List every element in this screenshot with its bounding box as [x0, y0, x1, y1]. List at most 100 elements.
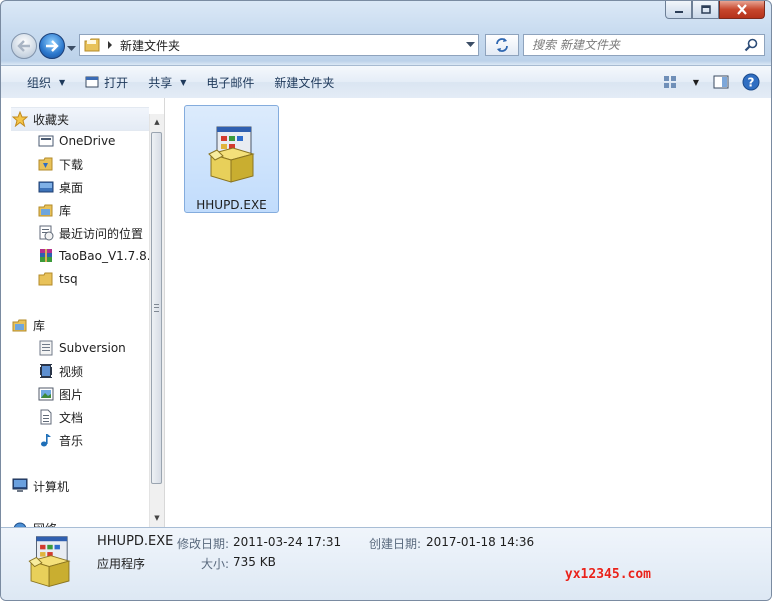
email-label: 电子邮件: [206, 75, 255, 90]
sidebar-item-recent-places[interactable]: 最近访问的位置: [37, 222, 143, 244]
sidebar-item-label: 库: [33, 318, 46, 333]
folder-icon: [37, 270, 55, 288]
sidebar-item-label: 库: [59, 203, 72, 218]
minimize-button[interactable]: [665, 1, 692, 19]
forward-arrow-icon: [46, 40, 59, 52]
sidebar-item-libraries[interactable]: 库: [11, 314, 45, 336]
video-library-icon: [37, 362, 55, 380]
music-library-icon: [37, 431, 55, 449]
library-icon: [37, 201, 55, 219]
chevron-down-icon: ▼: [180, 77, 187, 87]
sidebar-item-label: 下载: [59, 157, 84, 172]
address-row: 新建文件夹: [9, 31, 765, 61]
sidebar-item-desktop[interactable]: 桌面: [37, 176, 83, 198]
view-dropdown-button[interactable]: ▼: [689, 70, 703, 94]
caption-buttons: [665, 1, 765, 19]
winrar-archive-icon: [37, 247, 55, 265]
sidebar-item-downloads[interactable]: 下载: [37, 153, 83, 175]
search-input[interactable]: [530, 37, 744, 53]
help-button[interactable]: ?: [739, 70, 763, 94]
new-folder-button[interactable]: 新建文件夹: [264, 70, 344, 94]
sidebar-item-label: 桌面: [59, 180, 84, 195]
preview-pane-button[interactable]: [709, 70, 733, 94]
close-button[interactable]: [719, 1, 765, 19]
open-button[interactable]: 打开: [75, 70, 138, 94]
sidebar-item-onedrive[interactable]: OneDrive: [37, 130, 115, 152]
command-bar: 组织 ▼ 打开 共享 ▼ 电子邮件 新建文件夹 ▼ ?: [1, 65, 771, 99]
library-icon: [11, 316, 29, 334]
file-name: HHUPD.EXE: [196, 198, 267, 212]
sidebar-item-pictures[interactable]: 图片: [37, 383, 83, 405]
email-button[interactable]: 电子邮件: [196, 70, 264, 94]
navigation-pane: 收藏夹 OneDrive 下载 桌面 库 最近访问的位置 TaoBao_V1.7…: [9, 98, 149, 528]
details-size-value: 735 KB: [233, 555, 276, 569]
recent-places-icon: [37, 224, 55, 242]
sidebar-item-label: 文档: [59, 410, 84, 425]
file-item[interactable]: HHUPD.EXE: [184, 105, 279, 213]
installer-exe-icon: [207, 124, 257, 189]
scroll-down-button[interactable]: ▼: [150, 510, 164, 526]
sidebar-item-music[interactable]: 音乐: [37, 429, 83, 451]
file-list[interactable]: HHUPD.EXE: [164, 98, 771, 528]
sidebar-item-label: tsq: [59, 272, 78, 286]
navigation-scrollbar[interactable]: ▲ ▼: [149, 114, 164, 528]
sidebar-item-label: 计算机: [33, 479, 70, 494]
sidebar-item-label: 收藏夹: [33, 112, 70, 127]
sidebar-item-tsq[interactable]: tsq: [37, 268, 78, 290]
svg-text:?: ?: [748, 76, 755, 90]
chevron-down-icon: [67, 46, 76, 51]
scroll-thumb[interactable]: [151, 132, 162, 484]
onedrive-icon: [37, 132, 55, 150]
watermark-text: yx12345.com: [564, 567, 651, 582]
help-icon: ?: [742, 73, 760, 91]
address-bar[interactable]: 新建文件夹: [79, 34, 479, 56]
new-folder-label: 新建文件夹: [274, 75, 335, 90]
open-window-icon: [85, 76, 99, 88]
sidebar-item-label: OneDrive: [59, 134, 116, 148]
refresh-button[interactable]: [485, 34, 519, 56]
recent-pages-dropdown[interactable]: [67, 41, 76, 55]
chevron-down-icon: [465, 42, 475, 47]
address-history-dropdown[interactable]: [462, 35, 478, 55]
view-options-icon: [664, 76, 676, 88]
sidebar-item-computer[interactable]: 计算机: [11, 475, 69, 497]
sidebar-item-library[interactable]: 库: [37, 199, 71, 221]
forward-button[interactable]: [39, 33, 65, 59]
details-created-value: 2017-01-18 14:36: [426, 535, 535, 549]
sidebar-item-label: 音乐: [59, 433, 84, 448]
organize-menu[interactable]: 组织 ▼: [17, 70, 75, 94]
sidebar-item-documents[interactable]: 文档: [37, 406, 83, 428]
sidebar-item-label: 图片: [59, 387, 84, 402]
scroll-up-button[interactable]: ▲: [150, 114, 164, 130]
preview-pane-icon: [713, 75, 729, 89]
back-button[interactable]: [11, 33, 37, 59]
search-icon[interactable]: [744, 38, 758, 52]
details-file-type: 应用程序: [97, 557, 146, 571]
sidebar-item-favorites[interactable]: 收藏夹: [11, 107, 149, 131]
folder-icon: [84, 38, 100, 52]
main-body: 收藏夹 OneDrive 下载 桌面 库 最近访问的位置 TaoBao_V1.7…: [1, 98, 771, 528]
sidebar-item-label: 视频: [59, 364, 84, 379]
chevron-down-icon: ▼: [59, 77, 66, 87]
details-pane: HHUPD.EXE 应用程序 修改日期: 2011-03-24 17:31 大小…: [1, 527, 771, 600]
organize-label: 组织: [27, 75, 52, 90]
sidebar-item-label: 最近访问的位置: [59, 226, 144, 241]
share-menu[interactable]: 共享 ▼: [138, 70, 196, 94]
sidebar-item-videos[interactable]: 视频: [37, 360, 83, 382]
breadcrumb-arrow-icon[interactable]: [106, 41, 114, 49]
sidebar-item-label: TaoBao_V1.7.8.: [59, 249, 149, 263]
sidebar-item-taobao-archive[interactable]: TaoBao_V1.7.8.: [37, 245, 149, 267]
downloads-folder-icon: [37, 155, 55, 173]
installer-exe-icon: [27, 534, 73, 593]
open-label: 打开: [104, 75, 129, 90]
subversion-library-icon: [37, 339, 55, 357]
breadcrumb-current-folder[interactable]: 新建文件夹: [120, 37, 180, 54]
search-box[interactable]: [523, 34, 765, 56]
details-size-label: 大小:: [201, 557, 230, 571]
explorer-window: 新建文件夹 组织 ▼ 打开 共享 ▼ 电子邮件 新建文: [0, 0, 772, 601]
maximize-button[interactable]: [692, 1, 719, 19]
star-icon: [11, 110, 29, 128]
sidebar-item-subversion[interactable]: Subversion: [37, 337, 126, 359]
share-label: 共享: [148, 75, 173, 90]
change-view-button[interactable]: [659, 70, 683, 94]
